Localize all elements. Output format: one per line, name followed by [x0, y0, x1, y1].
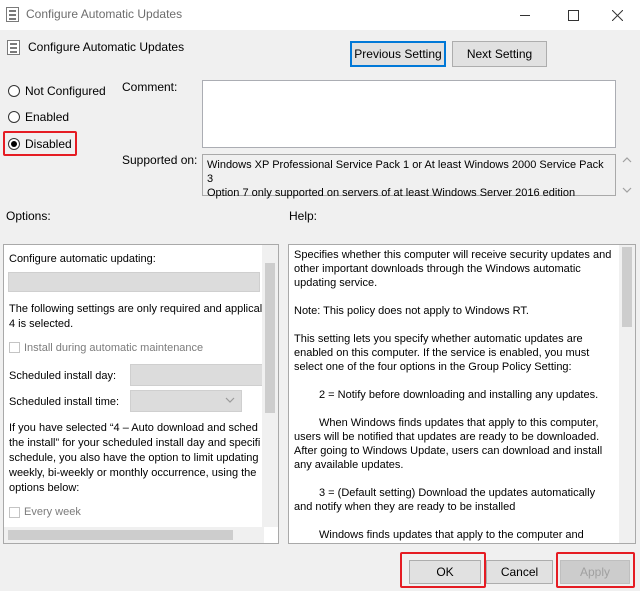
- minimize-icon: [519, 14, 530, 16]
- close-button[interactable]: [594, 0, 640, 30]
- help-label: Help:: [289, 209, 318, 223]
- scroll-thumb[interactable]: [8, 530, 233, 540]
- options-label: Options:: [6, 209, 51, 223]
- schedule-note-line: the install” for your scheduled install …: [9, 437, 261, 449]
- install-day-dropdown[interactable]: [130, 364, 264, 386]
- help-text: Specifies whether this computer will rec…: [294, 248, 616, 543]
- help-paragraph: 2 = Notify before downloading and instal…: [319, 389, 599, 401]
- radio-circle-icon: [8, 111, 20, 123]
- chevron-down-icon: [225, 397, 235, 403]
- policy-icon: [7, 40, 20, 55]
- scroll-thumb[interactable]: [265, 263, 275, 413]
- help-paragraph: Specifies whether this computer will rec…: [294, 249, 612, 289]
- maximize-button[interactable]: [550, 0, 596, 30]
- schedule-note-line: schedule, you also have the option to li…: [9, 452, 259, 464]
- comment-label: Comment:: [122, 80, 178, 94]
- policy-name: Configure Automatic Updates: [28, 40, 185, 54]
- supported-scrollbar[interactable]: [620, 154, 634, 196]
- help-paragraph: When Windows finds updates that apply to…: [294, 417, 603, 471]
- note-line: 4 is selected.: [9, 318, 74, 330]
- help-panel: Specifies whether this computer will rec…: [288, 244, 636, 544]
- supported-on-label: Supported on:: [122, 153, 198, 167]
- previous-setting-button[interactable]: Previous Setting: [350, 41, 446, 67]
- install-time-label: Scheduled install time:: [9, 396, 120, 408]
- policy-document-icon: [6, 7, 19, 22]
- cancel-button[interactable]: Cancel: [486, 560, 553, 584]
- close-icon: [611, 9, 623, 21]
- options-horizontal-scrollbar[interactable]: [4, 527, 264, 543]
- install-day-label: Scheduled install day:: [9, 370, 117, 382]
- help-paragraph: Windows finds updates that apply to the …: [319, 529, 584, 541]
- radio-disabled[interactable]: Disabled: [8, 137, 72, 151]
- radio-not-configured[interactable]: Not Configured: [8, 84, 106, 98]
- every-week-label: Every week: [24, 506, 81, 518]
- configure-updating-dropdown[interactable]: [8, 272, 260, 292]
- supported-line: Windows XP Professional Service Pack 1 o…: [207, 159, 604, 185]
- every-week-checkbox[interactable]: [9, 507, 20, 518]
- radio-label: Not Configured: [25, 84, 106, 98]
- radio-circle-icon: [8, 85, 20, 97]
- radio-checked-icon: [8, 138, 20, 150]
- scroll-thumb[interactable]: [622, 247, 632, 327]
- note-line: The following settings are only required…: [9, 303, 263, 315]
- window-title: Configure Automatic Updates: [26, 7, 183, 21]
- minimize-button[interactable]: [502, 0, 548, 30]
- comment-textarea[interactable]: [202, 80, 616, 148]
- help-paragraph: Note: This policy does not apply to Wind…: [294, 305, 529, 317]
- options-vertical-scrollbar[interactable]: [262, 245, 278, 527]
- schedule-note-line: If you have selected “4 – Auto download …: [9, 422, 258, 434]
- supported-line: Option 7 only supported on servers of at…: [207, 187, 576, 199]
- options-panel: Configure automatic updating: The follow…: [3, 244, 279, 544]
- scroll-down-icon: [622, 187, 632, 193]
- install-maintenance-label: Install during automatic maintenance: [24, 342, 204, 354]
- maximize-icon: [567, 9, 579, 21]
- install-time-dropdown[interactable]: [130, 390, 242, 412]
- apply-button[interactable]: Apply: [560, 560, 630, 584]
- help-paragraph: 3 = (Default setting) Download the updat…: [294, 487, 596, 513]
- schedule-note-line: weekly, bi-weekly or monthly occurrence,…: [9, 467, 257, 479]
- next-setting-button[interactable]: Next Setting: [452, 41, 547, 67]
- radio-label: Disabled: [25, 137, 72, 151]
- radio-enabled[interactable]: Enabled: [8, 110, 69, 124]
- schedule-note-line: options below:: [9, 482, 80, 494]
- help-paragraph: This setting lets you specify whether au…: [294, 333, 590, 373]
- ok-button[interactable]: OK: [409, 560, 481, 584]
- radio-label: Enabled: [25, 110, 70, 124]
- install-maintenance-checkbox[interactable]: [9, 342, 20, 353]
- supported-on-box: Windows XP Professional Service Pack 1 o…: [202, 154, 616, 199]
- help-vertical-scrollbar[interactable]: [619, 245, 635, 543]
- configure-updating-label: Configure automatic updating:: [9, 253, 156, 265]
- scroll-up-icon: [622, 157, 632, 163]
